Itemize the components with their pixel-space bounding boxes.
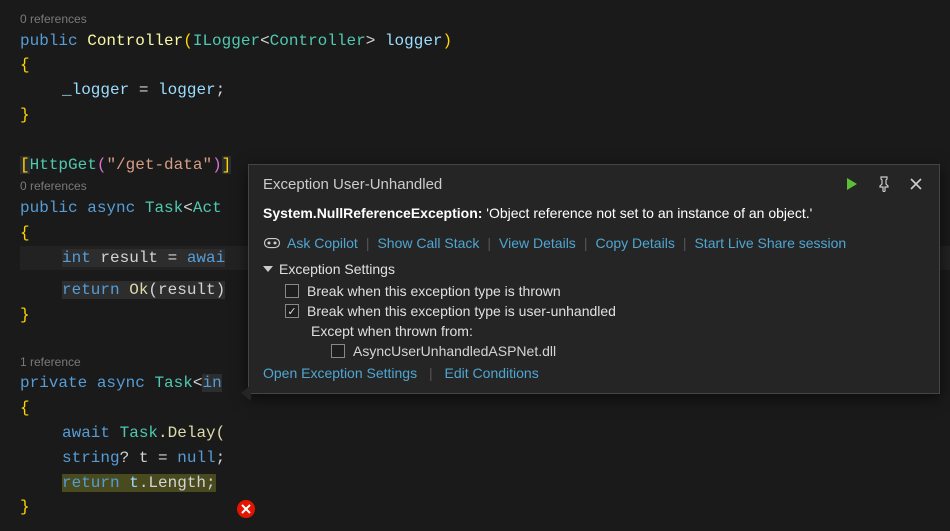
code-line[interactable]: { xyxy=(20,396,950,421)
copilot-icon xyxy=(263,235,281,251)
show-call-stack-link[interactable]: Show Call Stack xyxy=(377,235,479,251)
exception-settings-label: Exception Settings xyxy=(279,261,395,277)
error-glyph-icon[interactable] xyxy=(237,500,255,518)
code-line[interactable]: string? t = null; xyxy=(20,446,950,471)
exception-type: System.NullReferenceException: xyxy=(263,205,482,221)
continue-icon[interactable] xyxy=(843,175,861,193)
break-when-user-unhandled-label: Break when this exception type is user-u… xyxy=(307,303,616,319)
pin-icon[interactable] xyxy=(875,175,893,193)
exception-helper-popup: Exception User-Unhandled System.NullRefe… xyxy=(248,164,940,394)
chevron-down-icon xyxy=(263,266,273,272)
checkbox-unchecked[interactable] xyxy=(331,344,345,358)
exception-message: System.NullReferenceException: 'Object r… xyxy=(263,205,925,221)
blank-line xyxy=(20,128,950,153)
code-line[interactable]: } xyxy=(20,495,950,520)
popup-controls xyxy=(843,175,925,193)
start-live-share-link[interactable]: Start Live Share session xyxy=(694,235,846,251)
exception-settings-body: Break when this exception type is thrown… xyxy=(263,283,925,359)
codelens-references[interactable]: 0 references xyxy=(20,10,950,29)
popup-header: Exception User-Unhandled xyxy=(263,175,925,193)
break-when-thrown-row[interactable]: Break when this exception type is thrown xyxy=(285,283,925,299)
exception-text: 'Object reference not set to an instance… xyxy=(486,205,812,221)
checkbox-checked[interactable]: ✓ xyxy=(285,304,299,318)
code-line[interactable]: } xyxy=(20,103,950,128)
open-exception-settings-link[interactable]: Open Exception Settings xyxy=(263,365,417,381)
popup-action-links: Ask Copilot | Show Call Stack | View Det… xyxy=(263,235,925,251)
edit-conditions-link[interactable]: Edit Conditions xyxy=(445,365,539,381)
popup-title: Exception User-Unhandled xyxy=(263,176,442,193)
exception-settings-expander[interactable]: Exception Settings xyxy=(263,261,925,277)
code-line[interactable]: public Controller(ILogger<Controller> lo… xyxy=(20,29,950,54)
code-line[interactable]: _logger = logger; xyxy=(20,78,950,103)
ask-copilot-link[interactable]: Ask Copilot xyxy=(287,235,358,251)
code-line[interactable]: return t.Length; xyxy=(20,471,950,496)
code-line[interactable]: await Task.Delay( xyxy=(20,421,950,446)
except-when-thrown-label: Except when thrown from: xyxy=(285,323,925,339)
view-details-link[interactable]: View Details xyxy=(499,235,576,251)
except-module-row[interactable]: AsyncUserUnhandledASPNet.dll xyxy=(285,343,925,359)
break-when-user-unhandled-row[interactable]: ✓ Break when this exception type is user… xyxy=(285,303,925,319)
except-module-label: AsyncUserUnhandledASPNet.dll xyxy=(353,343,556,359)
close-icon[interactable] xyxy=(907,175,925,193)
break-when-thrown-label: Break when this exception type is thrown xyxy=(307,283,561,299)
code-line[interactable]: { xyxy=(20,53,950,78)
copy-details-link[interactable]: Copy Details xyxy=(595,235,674,251)
popup-bottom-links: Open Exception Settings | Edit Condition… xyxy=(263,365,925,381)
checkbox-unchecked[interactable] xyxy=(285,284,299,298)
